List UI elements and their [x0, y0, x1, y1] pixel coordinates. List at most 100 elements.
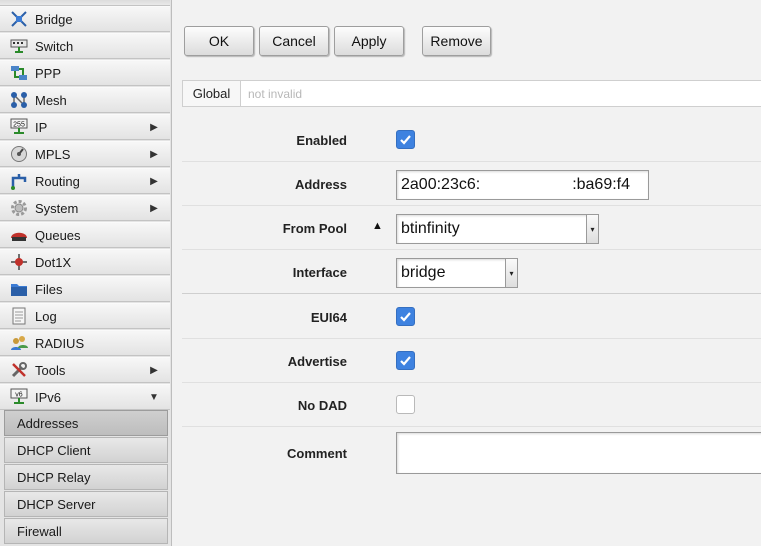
- form-row-from-pool: From Pool ▲ btinfinity ▾: [182, 206, 761, 250]
- main-panel: OK Cancel Apply Remove Global not invali…: [172, 0, 761, 546]
- sidebar-item-ipv6[interactable]: v6 IPv6 ▼: [0, 384, 170, 410]
- tools-icon: [10, 361, 28, 379]
- sidebar-subitem-dhcp-server[interactable]: DHCP Server: [4, 491, 168, 517]
- sidebar-subitem-label: DHCP Client: [17, 442, 91, 458]
- sidebar-item-label: PPP: [35, 65, 62, 81]
- ip-icon: 255: [10, 118, 28, 136]
- chevron-right-icon: ▶: [150, 202, 158, 214]
- bridge-icon: [10, 10, 28, 28]
- from-pool-label: From Pool: [282, 220, 347, 236]
- comment-label: Comment: [287, 445, 347, 461]
- sidebar-subitem-label: DHCP Relay: [17, 469, 91, 485]
- sidebar-item-label: Bridge: [35, 11, 73, 27]
- switch-icon: [10, 37, 28, 55]
- routing-icon: [10, 172, 28, 190]
- sidebar-subitem-addresses[interactable]: Addresses: [4, 410, 168, 436]
- tab-global[interactable]: Global: [183, 81, 241, 106]
- sidebar-item-mpls[interactable]: MPLS ▶: [0, 141, 170, 167]
- sidebar-item-tools[interactable]: Tools ▶: [0, 357, 170, 383]
- sidebar-item-mesh[interactable]: Mesh: [0, 87, 170, 113]
- ipv6-icon: v6: [10, 388, 28, 406]
- chevron-right-icon: ▶: [150, 148, 158, 160]
- address-value-end: :ba69:f4: [572, 176, 631, 193]
- chevron-right-icon: ▶: [150, 364, 158, 376]
- sidebar-item-system[interactable]: System ▶: [0, 195, 170, 221]
- eui64-checkbox[interactable]: [396, 307, 415, 326]
- sidebar-item-ip[interactable]: 255 IP ▶: [0, 114, 170, 140]
- address-value-start: 2a00:23c6:: [401, 176, 481, 193]
- sidebar-item-label: Mesh: [35, 92, 67, 108]
- interface-label: Interface: [292, 264, 347, 280]
- interface-select[interactable]: bridge ▾: [396, 258, 518, 288]
- form-row-interface: Interface bridge ▾: [182, 250, 761, 294]
- form-row-comment: Comment: [182, 427, 761, 487]
- sidebar-subitem-firewall[interactable]: Firewall: [4, 518, 168, 544]
- sidebar-item-routing[interactable]: Routing ▶: [0, 168, 170, 194]
- sidebar-item-radius[interactable]: RADIUS: [0, 330, 170, 356]
- sidebar-item-label: Log: [35, 308, 57, 324]
- eui64-label: EUI64: [310, 309, 347, 325]
- form-row-advertise: Advertise: [182, 339, 761, 383]
- folder-icon: [10, 280, 28, 298]
- sidebar-item-label: IPv6: [35, 389, 62, 405]
- sidebar-item-label: Queues: [35, 227, 81, 243]
- apply-button[interactable]: Apply: [334, 26, 404, 56]
- sidebar-item-queues[interactable]: Queues: [0, 222, 170, 248]
- sidebar-item-label: Tools: [35, 362, 66, 378]
- sidebar-item-label: Files: [35, 281, 63, 297]
- sidebar: Bridge Switch PPP Mesh 255 IP ▶ MPLS ▶ R…: [0, 0, 172, 546]
- form-row-enabled: Enabled: [182, 118, 761, 162]
- sidebar-item-bridge[interactable]: Bridge: [0, 6, 170, 32]
- sidebar-subitem-dhcp-relay[interactable]: DHCP Relay: [4, 464, 168, 490]
- sidebar-item-ppp[interactable]: PPP: [0, 60, 170, 86]
- sidebar-subitem-label: Addresses: [17, 415, 79, 431]
- sidebar-item-label: Dot1X: [35, 254, 72, 270]
- status-text: not invalid: [248, 86, 303, 101]
- ok-button[interactable]: OK: [184, 26, 254, 56]
- sidebar-item-label: Routing: [35, 173, 80, 189]
- sidebar-item-files[interactable]: Files: [0, 276, 170, 302]
- remove-button[interactable]: Remove: [422, 26, 491, 56]
- chevron-right-icon: ▶: [150, 121, 158, 133]
- form-row-no-dad: No DAD: [182, 383, 761, 427]
- sidebar-item-label: IP: [35, 119, 48, 135]
- sidebar-item-dot1x[interactable]: Dot1X: [0, 249, 170, 275]
- chevron-down-icon: ▼: [149, 391, 159, 403]
- enabled-label: Enabled: [296, 132, 347, 148]
- gear-icon: [10, 199, 28, 217]
- cancel-button[interactable]: Cancel: [259, 26, 329, 56]
- users-icon: [10, 334, 28, 352]
- from-pool-value: btinfinity: [401, 220, 460, 237]
- sidebar-subitem-label: DHCP Server: [17, 496, 96, 512]
- svg-text:255: 255: [13, 122, 25, 129]
- checkmark-icon: [400, 312, 411, 322]
- from-pool-select[interactable]: btinfinity ▾: [396, 214, 599, 244]
- sidebar-item-switch[interactable]: Switch: [0, 33, 170, 59]
- comment-textarea[interactable]: [396, 432, 761, 474]
- chevron-right-icon: ▶: [150, 175, 158, 187]
- collapse-up-icon[interactable]: ▲: [372, 220, 383, 232]
- no-dad-checkbox[interactable]: [396, 395, 415, 414]
- interface-value: bridge: [401, 264, 446, 281]
- sidebar-item-log[interactable]: Log: [0, 303, 170, 329]
- address-input[interactable]: 2a00:23c6: :ba69:f4: [396, 170, 649, 200]
- queues-icon: [10, 226, 28, 244]
- enabled-checkbox[interactable]: [396, 130, 415, 149]
- tab-bar: Global not invalid: [182, 80, 761, 107]
- svg-text:v6: v6: [15, 392, 23, 399]
- dropdown-arrow-icon: ▾: [505, 259, 517, 287]
- mpls-icon: [10, 145, 28, 163]
- form-row-address: Address 2a00:23c6: :ba69:f4: [182, 162, 761, 206]
- checkmark-icon: [400, 356, 411, 366]
- form-row-eui64: EUI64: [182, 295, 761, 339]
- advertise-checkbox[interactable]: [396, 351, 415, 370]
- dropdown-arrow-icon: ▾: [586, 215, 598, 243]
- advertise-label: Advertise: [287, 353, 347, 369]
- checkmark-icon: [400, 135, 411, 145]
- sidebar-subitem-dhcp-client[interactable]: DHCP Client: [4, 437, 168, 463]
- address-label: Address: [294, 176, 347, 192]
- mesh-icon: [10, 91, 28, 109]
- sidebar-item-label: Switch: [35, 38, 74, 54]
- sidebar-item-label: RADIUS: [35, 335, 85, 351]
- sidebar-subitem-label: Firewall: [17, 523, 62, 539]
